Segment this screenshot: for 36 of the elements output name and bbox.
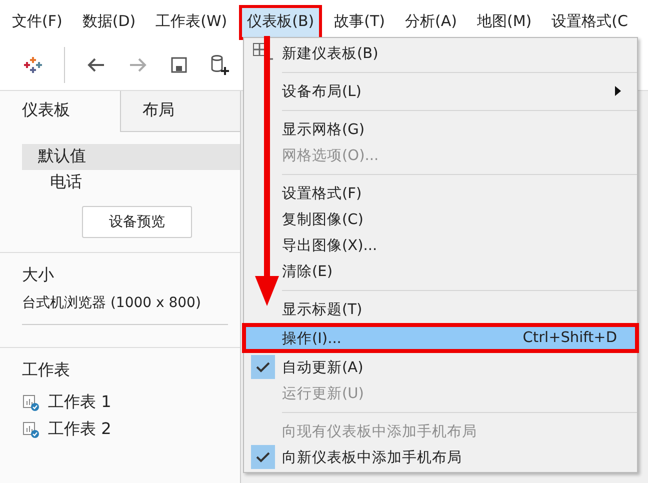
device-item[interactable]: 电话 <box>22 170 240 196</box>
device-item[interactable]: 默认值 <box>22 144 240 170</box>
menu-item[interactable]: 导出图像(X)... <box>244 232 637 258</box>
menu-item[interactable]: 向新仪表板中添加手机布局 <box>244 444 637 470</box>
panel-tab[interactable]: 布局 <box>120 91 240 131</box>
sheet-item[interactable]: 工作表 1 <box>48 392 112 413</box>
menu-bar-item[interactable]: 数据(D) <box>74 5 144 40</box>
menu-item[interactable]: 复制图像(C) <box>244 206 637 232</box>
menu-item[interactable]: 设备布局(L) <box>244 78 637 104</box>
logo-icon[interactable] <box>22 54 44 76</box>
menu-bar-item[interactable]: 仪表板(B) <box>239 5 322 40</box>
menu-bar-item[interactable]: 设置格式(C <box>544 5 636 40</box>
checkmark-icon <box>251 445 275 469</box>
add-database-icon[interactable] <box>209 53 231 77</box>
section-heading: 大小 <box>22 265 55 286</box>
sheet-icon <box>22 420 40 438</box>
checkmark-icon <box>251 355 275 379</box>
sheet-icon <box>22 394 40 412</box>
section-heading: 工作表 <box>22 360 71 381</box>
sheet-item[interactable]: 工作表 2 <box>48 419 112 440</box>
size-value: 台式机浏览器 (1000 x 800) <box>22 294 228 325</box>
menu-bar-item[interactable]: 分析(A) <box>397 5 465 40</box>
menu-bar-item[interactable]: 故事(T) <box>326 5 394 40</box>
menu-item[interactable]: 清除(E) <box>244 258 637 284</box>
menu-item[interactable]: 操作(I)... Ctrl+Shift+D <box>244 325 637 351</box>
menu-bar-item[interactable]: 工作表(W) <box>148 5 236 40</box>
save-icon[interactable] <box>169 55 189 75</box>
submenu-arrow-icon <box>615 86 621 96</box>
panel-tab[interactable]: 仪表板 <box>0 91 120 132</box>
menu-item[interactable]: 显示网格(G) <box>244 116 637 142</box>
menu-bar-item[interactable]: 地图(M) <box>469 5 540 40</box>
menu-item[interactable]: 自动更新(A) <box>244 354 637 380</box>
device-preview-button[interactable]: 设备预览 <box>82 206 192 238</box>
menu-item[interactable]: 显示标题(T) <box>244 296 637 322</box>
menu-bar-item[interactable]: 文件(F) <box>4 5 70 40</box>
menu-item[interactable]: 设置格式(F) <box>244 180 637 206</box>
